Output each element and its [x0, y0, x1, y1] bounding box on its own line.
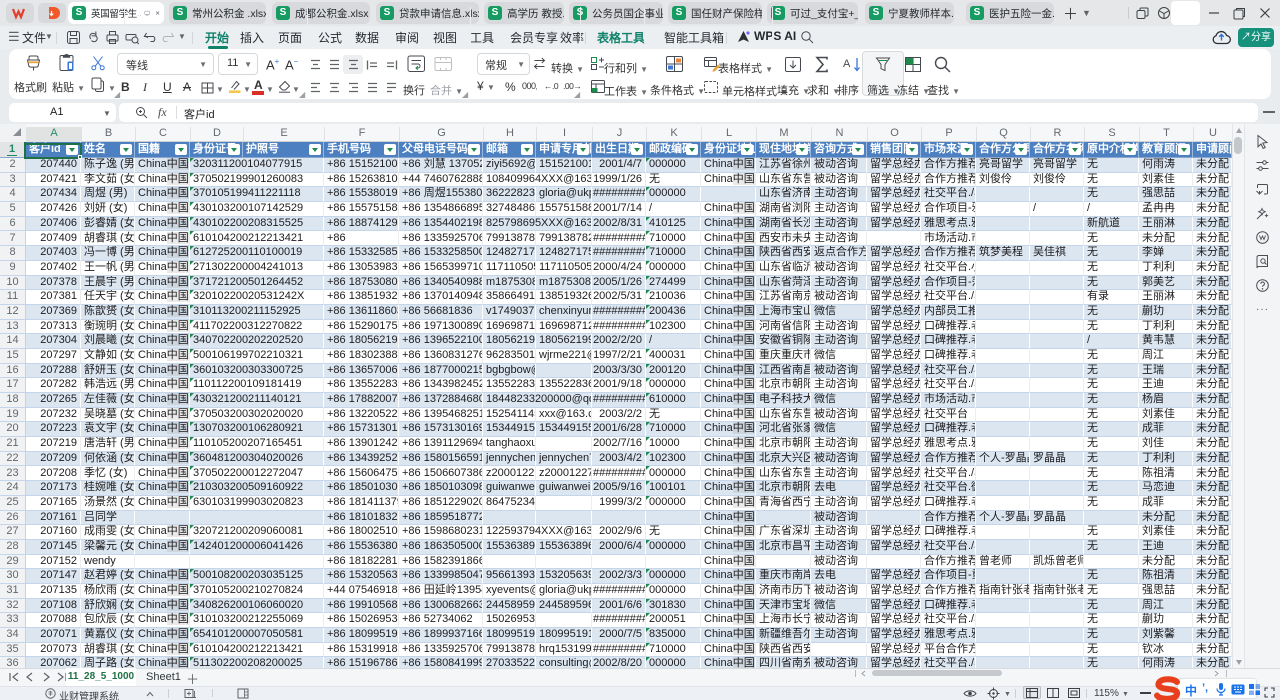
svg-text:A: A	[843, 58, 851, 70]
